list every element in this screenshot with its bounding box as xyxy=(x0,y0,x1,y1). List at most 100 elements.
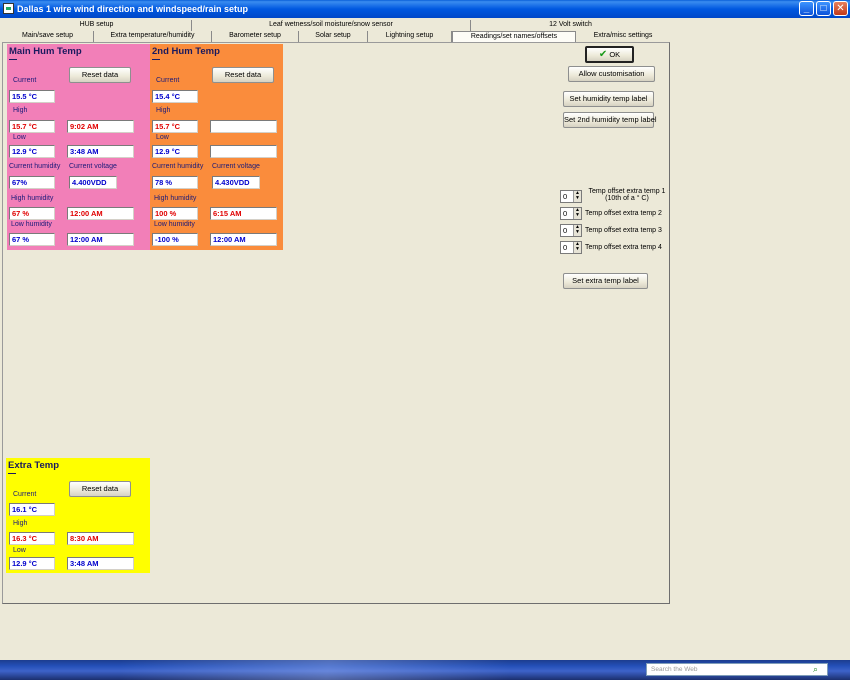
main-hum-temp-panel: Main Hum Temp Reset data Current 15.5 °C… xyxy=(7,44,150,250)
offset-label-text: Temp offset extra temp 1 xyxy=(588,188,666,195)
low-humidity-label: Low humidity xyxy=(154,221,195,228)
high-temp-field: 15.7 °C xyxy=(152,120,198,133)
high-temp-field: 16.3 °C xyxy=(9,532,55,545)
offset-extra-temp-1-spinner[interactable]: 0 ▲ ▼ xyxy=(560,190,582,203)
current-humidity-field: 67% xyxy=(9,176,55,189)
offset-extra-temp-2-spinner[interactable]: 0 ▲ ▼ xyxy=(560,207,582,220)
low-humidity-time-field: 12:00 AM xyxy=(210,233,277,246)
tab-row-top: HUB setup Leaf wetness/soil moisture/sno… xyxy=(0,20,672,31)
panel-title: 2nd Hum Temp xyxy=(152,46,220,57)
spinner-value: 0 xyxy=(563,243,568,252)
tab-row-bottom: Main/save setup Extra temperature/humidi… xyxy=(0,31,672,42)
current-temp-field: 16.1 °C xyxy=(9,503,55,516)
tab-hub-setup[interactable]: HUB setup xyxy=(2,20,192,31)
maximize-button[interactable]: □ xyxy=(816,1,831,16)
spinner-value: 0 xyxy=(563,209,568,218)
current-humidity-label: Current humidity xyxy=(152,163,204,170)
high-humidity-label: High humidity xyxy=(154,195,197,202)
app-icon xyxy=(3,3,14,14)
offset-extra-temp-4-spinner[interactable]: 0 ▲ ▼ xyxy=(560,241,582,254)
set-humidity-temp-label-button[interactable]: Set humidity temp label xyxy=(563,91,654,107)
tab-extra-misc-settings[interactable]: Extra/misc settings xyxy=(576,31,670,42)
high-time-field xyxy=(210,120,277,133)
offset-extra-temp-2-label: Temp offset extra temp 2 xyxy=(585,210,662,217)
low-humidity-time-field: 12:00 AM xyxy=(67,233,134,246)
tab-12-volt-switch[interactable]: 12 Volt switch xyxy=(471,20,670,31)
low-label: Low xyxy=(156,134,169,141)
current-voltage-field: 4.400VDD xyxy=(69,176,117,189)
tab-main-save-setup[interactable]: Main/save setup xyxy=(2,31,94,42)
high-humidity-time-field: 12:00 AM xyxy=(67,207,134,220)
current-voltage-label: Current voltage xyxy=(69,163,117,170)
offset-extra-temp-3-label: Temp offset extra temp 3 xyxy=(585,227,662,234)
title-bar: Dallas 1 wire wind direction and windspe… xyxy=(0,0,850,18)
ok-button[interactable]: ✔ OK xyxy=(585,46,634,63)
panel-title: Main Hum Temp xyxy=(9,46,82,57)
ok-label: OK xyxy=(609,50,621,59)
window-title: Dallas 1 wire wind direction and windspe… xyxy=(17,4,249,14)
current-label: Current xyxy=(13,77,37,84)
tab-lightning-setup[interactable]: Lightning setup xyxy=(368,31,452,42)
offset-extra-temp-4-label: Temp offset extra temp 4 xyxy=(585,244,662,251)
reset-data-button[interactable]: Reset data xyxy=(212,67,274,83)
offset-extra-temp-3-spinner[interactable]: 0 ▲ ▼ xyxy=(560,224,582,237)
spin-arrows-icon[interactable]: ▲ ▼ xyxy=(573,242,581,253)
high-label: High xyxy=(13,107,28,114)
title-underline xyxy=(9,59,17,60)
low-time-field: 3:48 AM xyxy=(67,557,134,570)
offset-label-sub: (10th of a ° C) xyxy=(605,195,649,202)
current-voltage-field: 4.430VDD xyxy=(212,176,260,189)
tab-readings-names-offsets[interactable]: Readings/set names/offsets xyxy=(452,31,576,42)
low-temp-field: 12.9 °C xyxy=(9,145,55,158)
minimize-button[interactable]: _ xyxy=(799,1,814,16)
title-underline xyxy=(152,59,160,60)
spin-arrows-icon[interactable]: ▲ ▼ xyxy=(573,208,581,219)
low-label: Low xyxy=(13,134,26,141)
taskbar: Search the Web ⌕ xyxy=(0,660,850,680)
current-humidity-field: 78 % xyxy=(152,176,198,189)
check-icon: ✔ xyxy=(598,49,608,60)
search-icon[interactable]: ⌕ xyxy=(813,664,823,674)
reset-data-button[interactable]: Reset data xyxy=(69,67,131,83)
spin-arrows-icon[interactable]: ▲ ▼ xyxy=(573,225,581,236)
web-search-input[interactable]: Search the Web xyxy=(646,663,828,676)
current-voltage-label: Current voltage xyxy=(212,163,260,170)
high-label: High xyxy=(13,520,28,527)
high-humidity-field: 100 % xyxy=(152,207,198,220)
current-label: Current xyxy=(13,491,37,498)
close-button[interactable]: ✕ xyxy=(833,1,848,16)
low-humidity-label: Low humidity xyxy=(11,221,52,228)
offset-extra-temp-1-label: Temp offset extra temp 1 (10th of a ° C) xyxy=(586,188,668,202)
tab-barometer-setup[interactable]: Barometer setup xyxy=(212,31,299,42)
tab-extra-temp-humidity[interactable]: Extra temperature/humidity xyxy=(94,31,212,42)
reset-data-button[interactable]: Reset data xyxy=(69,481,131,497)
spinner-value: 0 xyxy=(563,192,568,201)
low-time-field: 3:48 AM xyxy=(67,145,134,158)
high-humidity-field: 67 % xyxy=(9,207,55,220)
allow-customisation-button[interactable]: Allow customisation xyxy=(568,66,655,82)
set-2nd-humidity-temp-label-button[interactable]: Set 2nd humidity temp label xyxy=(563,112,657,128)
panel-title: Extra Temp xyxy=(8,460,60,471)
current-temp-field: 15.4 °C xyxy=(152,90,198,103)
spinner-value: 0 xyxy=(563,226,568,235)
title-underline xyxy=(8,473,16,474)
spin-arrows-icon[interactable]: ▲ ▼ xyxy=(573,191,581,202)
low-humidity-field: -100 % xyxy=(152,233,198,246)
low-temp-field: 12.9 °C xyxy=(152,145,198,158)
low-temp-field: 12.9 °C xyxy=(9,557,55,570)
low-label: Low xyxy=(13,547,26,554)
low-humidity-field: 67 % xyxy=(9,233,55,246)
high-humidity-label: High humidity xyxy=(11,195,54,202)
tab-leaf-wetness[interactable]: Leaf wetness/soil moisture/snow sensor xyxy=(192,20,471,31)
high-time-field: 9:02 AM xyxy=(67,120,134,133)
tab-solar-setup[interactable]: Solar setup xyxy=(299,31,368,42)
current-humidity-label: Current humidity xyxy=(9,163,61,170)
current-label: Current xyxy=(156,77,180,84)
low-time-field xyxy=(210,145,277,158)
set-extra-temp-label-button[interactable]: Set extra temp label xyxy=(563,273,648,289)
high-temp-field: 15.7 °C xyxy=(9,120,55,133)
second-hum-temp-panel: 2nd Hum Temp Reset data Current 15.4 °C … xyxy=(150,44,283,250)
high-label: High xyxy=(156,107,171,114)
high-humidity-time-field: 6:15 AM xyxy=(210,207,277,220)
high-time-field: 8:30 AM xyxy=(67,532,134,545)
